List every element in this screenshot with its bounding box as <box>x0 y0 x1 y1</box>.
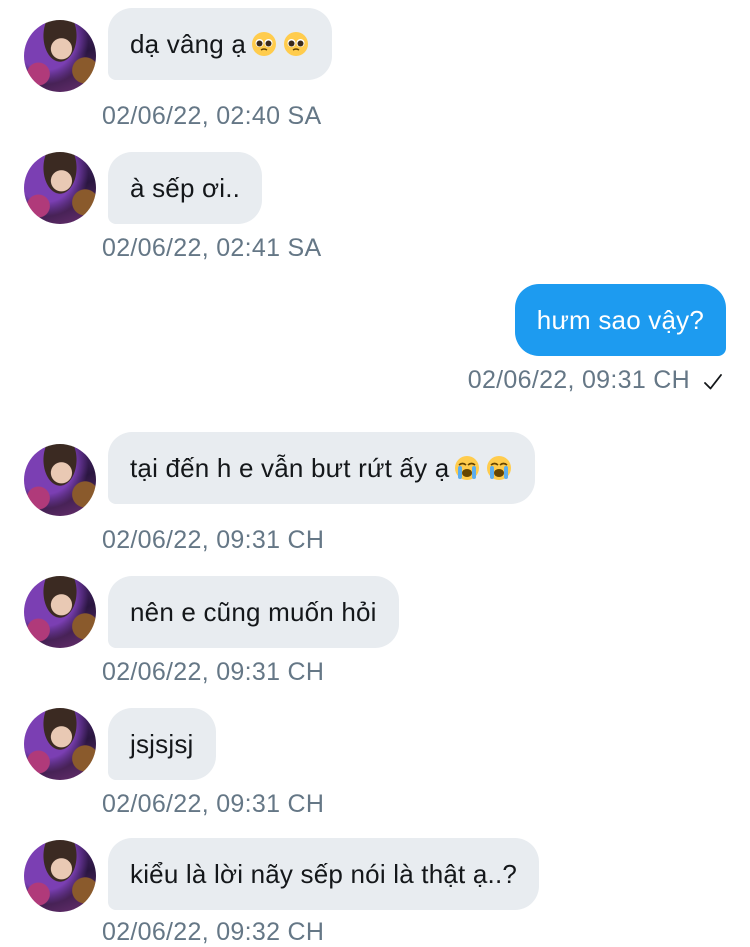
sent-check-icon <box>702 371 724 393</box>
message-text: hưm sao vậy? <box>536 304 704 335</box>
contact-avatar[interactable] <box>24 20 96 92</box>
pleading-face-icon <box>250 30 278 58</box>
message-text: kiểu là lời nãy sếp nói là thật ạ..? <box>130 858 518 889</box>
loudly-crying-face-icon <box>453 454 481 482</box>
contact-avatar[interactable] <box>24 152 96 224</box>
message-timestamp: 02/06/22, 09:31 CH <box>102 526 325 554</box>
contact-avatar[interactable] <box>24 708 96 780</box>
message-text: dạ vâng ạ <box>130 28 247 59</box>
incoming-message-bubble[interactable]: tại đến h e vẫn bưt rứt ấy ạ <box>108 432 536 504</box>
incoming-message-bubble[interactable]: jsjsjsj <box>108 708 216 780</box>
incoming-message-bubble[interactable]: kiểu là lời nãy sếp nói là thật ạ..? <box>108 838 540 910</box>
incoming-message-bubble[interactable]: dạ vâng ạ <box>108 8 333 80</box>
message-timestamp: 02/06/22, 02:41 SA <box>102 234 322 262</box>
message-timestamp: 02/06/22, 09:32 CH <box>102 918 325 946</box>
contact-avatar[interactable] <box>24 444 96 516</box>
contact-avatar[interactable] <box>24 840 96 912</box>
loudly-crying-face-icon <box>485 454 513 482</box>
pleading-face-icon <box>282 30 310 58</box>
incoming-message-bubble[interactable]: à sếp ơi.. <box>108 152 263 224</box>
message-text: nên e cũng muốn hỏi <box>130 596 377 627</box>
message-text: jsjsjsj <box>130 728 194 759</box>
message-timestamp: 02/06/22, 09:31 CH <box>102 790 325 818</box>
outgoing-message-bubble[interactable]: hưm sao vậy? <box>514 284 726 356</box>
message-timestamp: 02/06/22, 02:40 SA <box>102 102 322 130</box>
message-text: à sếp ơi.. <box>130 172 241 203</box>
message-timestamp: 02/06/22, 09:31 CH <box>467 366 690 394</box>
message-timestamp: 02/06/22, 09:31 CH <box>102 658 325 686</box>
incoming-message-bubble[interactable]: nên e cũng muốn hỏi <box>108 576 399 648</box>
message-text: tại đến h e vẫn bưt rứt ấy ạ <box>130 452 450 483</box>
contact-avatar[interactable] <box>24 576 96 648</box>
